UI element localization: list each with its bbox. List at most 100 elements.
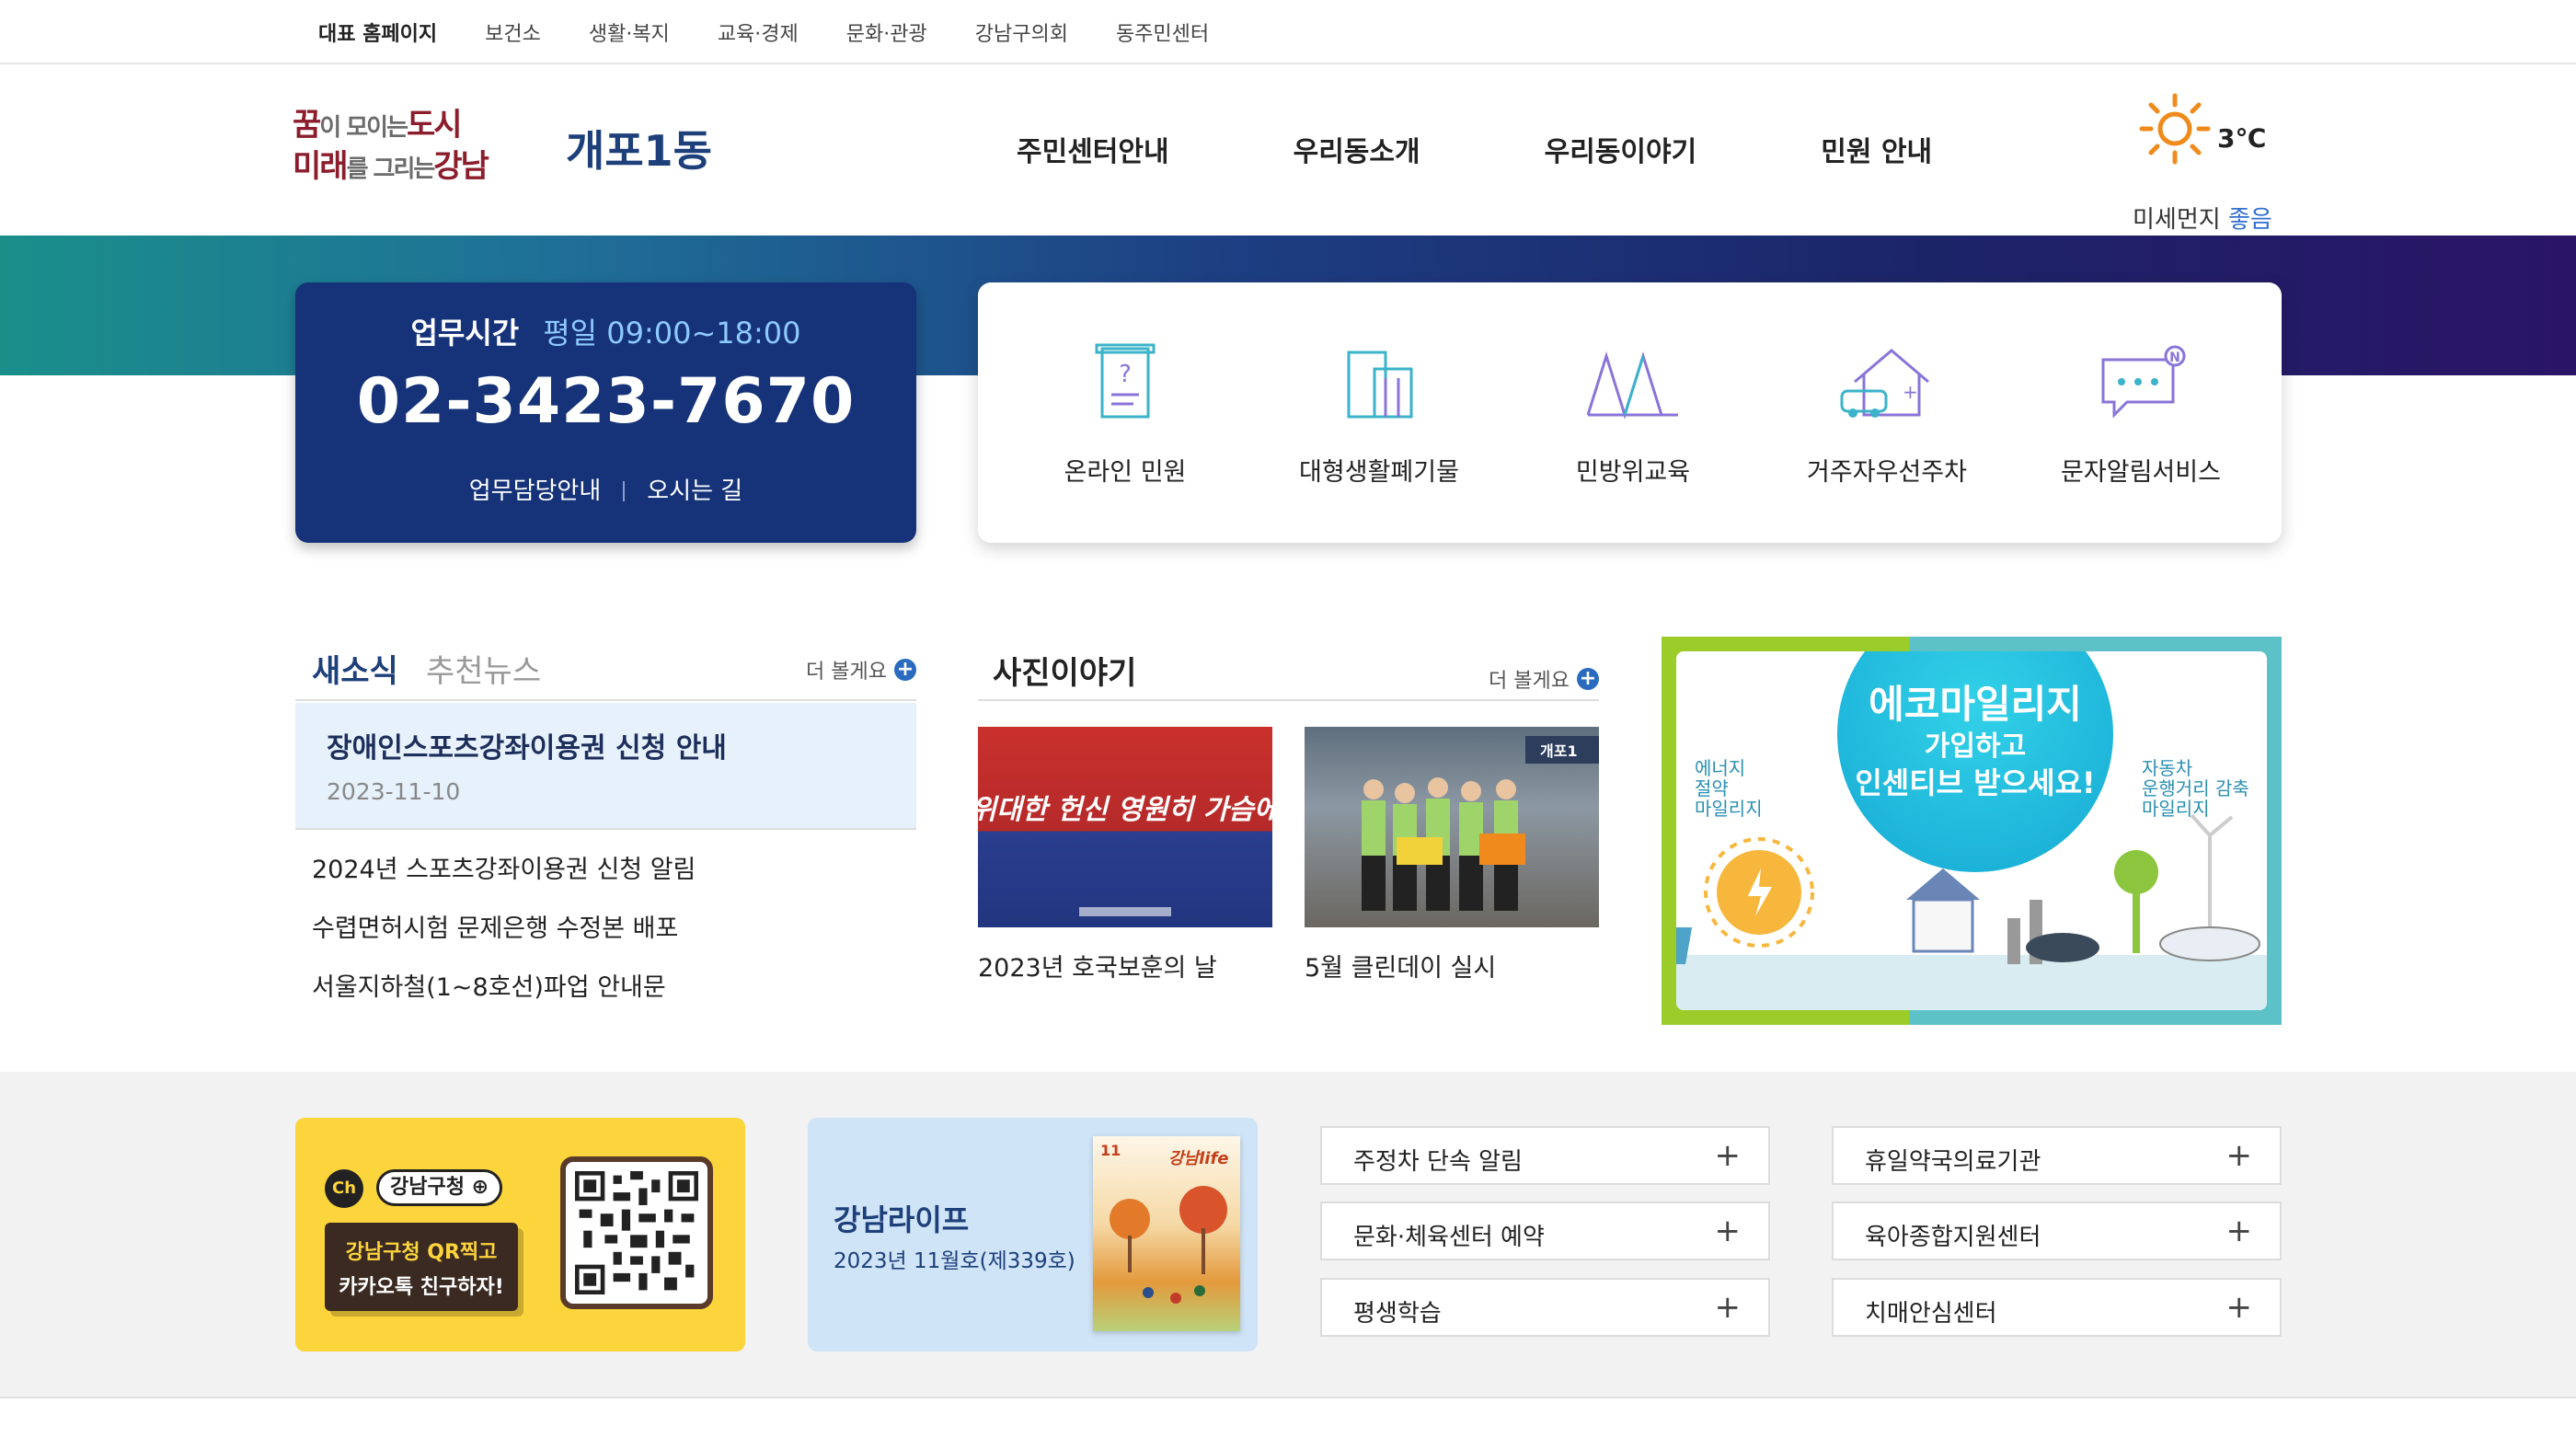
plus-circle-icon: + — [894, 659, 916, 681]
office-hours-card: 업무시간 평일 09:00~18:00 02-3423-7670 업무담당안내 오시… — [295, 282, 916, 543]
divider — [978, 699, 1599, 701]
magazine-cover: 11 강남life — [1093, 1136, 1240, 1331]
photo-more-button[interactable]: 더 볼게요 + — [1489, 664, 1599, 694]
accordion-label: 치매안심센터 — [1865, 1300, 1997, 1328]
sun-icon — [2139, 93, 2211, 165]
topbar-link-culture[interactable]: 문화·관광 — [846, 17, 927, 47]
eco-banner-inner: 에코마일리지 가입하고 인센티브 받으세요! 에너지 절약 마일리지 자동차 운행거리… — [1676, 651, 2267, 1010]
directions-link[interactable]: 오시는 길 — [647, 477, 742, 505]
news-section: 새소식 추천뉴스 더 볼게요 + 장애인스포츠강좌이용권 신청 안내 2023-1… — [295, 635, 916, 1021]
eco-illustration — [1676, 813, 2267, 1010]
gangnam-logo[interactable]: 꿈이 모이는도시 미래를 그리는강남 — [293, 107, 497, 195]
nav-center-info[interactable]: 주민센터안내 — [1017, 129, 1169, 169]
civil-defense-icon — [1586, 351, 1678, 420]
fine-dust-status: 미세먼지 좋음 — [2133, 206, 2272, 234]
nav-civil-guide[interactable]: 민원 안내 — [1821, 129, 1932, 169]
kakao-message-box: 강남구청 QR찍고 카카오톡 친구하자! — [325, 1223, 518, 1311]
kakao-line-1: 강남구청 QR찍고 — [345, 1241, 498, 1264]
office-hours-label: 업무시간 — [410, 316, 520, 351]
quick-resident-parking[interactable]: + 거주자우선주차 — [1777, 341, 1997, 488]
quick-bulky-waste[interactable]: 대형생활폐기물 — [1269, 341, 1489, 488]
accordion-culture-sports-reservation[interactable]: 문화·체육센터 예약 + — [1320, 1202, 1770, 1260]
photo-caption: 5월 클린데이 실시 — [1305, 954, 1497, 983]
qr-code — [560, 1156, 713, 1309]
list-item[interactable]: 2024년 스포츠강좌이용권 신청 알림 — [312, 856, 696, 885]
photo-caption: 2023년 호국보훈의 날 — [978, 954, 1217, 983]
quick-label: 온라인 민원 — [1064, 458, 1187, 487]
list-item[interactable]: 서울지하철(1~8호선)파업 안내문 — [312, 973, 696, 1003]
accordion-label: 휴일약국의료기관 — [1865, 1148, 2041, 1176]
poster-text: 위대한 헌신 영원히 가슴에 — [978, 794, 1272, 826]
accordion-label: 주정차 단속 알림 — [1353, 1148, 1523, 1176]
office-hours: 업무시간 평일 09:00~18:00 — [295, 310, 916, 352]
office-hours-value: 평일 09:00~18:00 — [543, 316, 801, 351]
accordion-label: 평생학습 — [1353, 1300, 1442, 1328]
accordion-lifelong-learning[interactable]: 평생학습 + — [1320, 1278, 1770, 1337]
accordion-dementia-center[interactable]: 치매안심센터 + — [1832, 1278, 2282, 1337]
logo-line-2: 미래를 그리는강남 — [293, 148, 489, 185]
top-utility-bar: 대표 홈페이지 보건소 생활·복지 교육·경제 문화·관광 강남구의회 동주민센… — [0, 0, 2576, 64]
main-navigation: 주민센터안내 우리동소개 우리동이야기 민원 안내 — [1017, 129, 1932, 169]
topbar-link-welfare[interactable]: 생활·복지 — [589, 17, 670, 47]
photo-card[interactable]: 개포1 5월 클린데이 실시 — [1305, 727, 1599, 983]
cleanup-day-photo: 개포1 — [1305, 727, 1599, 927]
tab-recommended-news[interactable]: 추천뉴스 — [426, 646, 541, 691]
quick-menu-card: ? 온라인 민원 대형생활폐기물 민방위교육 + 거주자우선주차 N 문자알림서… — [978, 282, 2282, 543]
weather-widget: 3℃ 미세먼지 좋음 — [2125, 92, 2309, 234]
accordion-label: 문화·체육센터 예약 — [1353, 1224, 1545, 1251]
kakao-channel-banner[interactable]: Ch 강남구청 ⊕ 강남구청 QR찍고 카카오톡 친구하자! — [295, 1118, 745, 1351]
temperature: 3℃ — [2217, 123, 2267, 154]
kakao-line-2: 카카오톡 친구하자! — [339, 1276, 504, 1299]
list-item[interactable]: 수렵면허시험 문제은행 수정본 배포 — [312, 914, 696, 944]
topbar-link-council[interactable]: 강남구의회 — [975, 17, 1068, 47]
building-sign-text: 개포1 — [1540, 742, 1578, 760]
photo-card[interactable]: 위대한 헌신 영원히 가슴에 2023년 호국보훈의 날 — [978, 727, 1272, 983]
accordion-label: 육아종합지원센터 — [1865, 1224, 2041, 1251]
fine-dust-value: 좋음 — [2227, 206, 2272, 234]
group-photo-graphic: 개포1 — [1362, 736, 1599, 911]
quick-label: 민방위교육 — [1575, 458, 1691, 487]
nav-dong-intro[interactable]: 우리동소개 — [1294, 129, 1420, 169]
phone-number[interactable]: 02-3423-7670 — [295, 365, 916, 438]
photo-story-section: 사진이야기 더 볼게요 + 위대한 헌신 영원히 가슴에 2023년 호국보훈의 … — [978, 635, 1599, 1021]
plus-icon: + — [2225, 1137, 2253, 1174]
quick-civil-defense[interactable]: 민방위교육 — [1523, 341, 1743, 488]
eco-mileage-banner[interactable]: 에코마일리지 가입하고 인센티브 받으세요! 에너지 절약 마일리지 자동차 운행거리… — [1662, 637, 2282, 1025]
accordion-childcare-center[interactable]: 육아종합지원센터 + — [1832, 1202, 2282, 1260]
topbar-link-community-center[interactable]: 동주민센터 — [1116, 17, 1209, 47]
topbar-link-education[interactable]: 교육·경제 — [718, 17, 799, 47]
plus-circle-icon: + — [1577, 668, 1599, 690]
plus-icon: + — [2225, 1213, 2253, 1249]
news-tabs: 새소식 추천뉴스 더 볼게요 + — [295, 635, 916, 709]
tab-news[interactable]: 새소식 — [295, 646, 415, 709]
family-site-links: 대표 홈페이지 보건소 생활·복지 교육·경제 문화·관광 강남구의회 동주민센… — [318, 0, 1209, 64]
svg-text:+: + — [1903, 381, 1918, 403]
cover-illustration — [1110, 1186, 1227, 1304]
sms-alert-icon: N — [2101, 345, 2186, 419]
logo-line-1: 꿈이 모이는도시 — [293, 107, 463, 144]
plus-icon: + — [2225, 1289, 2253, 1326]
quick-label: 문자알림서비스 — [2061, 458, 2221, 487]
accordion-holiday-pharmacy[interactable]: 휴일약국의료기관 + — [1832, 1126, 2282, 1185]
featured-news-date: 2023-11-10 — [327, 778, 461, 805]
dong-name-title[interactable]: 개포1동 — [566, 118, 712, 178]
plus-icon: + — [1714, 1137, 1742, 1174]
topbar-link-health[interactable]: 보건소 — [485, 17, 541, 47]
bulky-waste-icon — [1347, 351, 1413, 419]
quick-online-petition[interactable]: ? 온라인 민원 — [1015, 341, 1236, 488]
nav-dong-story[interactable]: 우리동이야기 — [1545, 129, 1697, 169]
qr-code-icon — [575, 1171, 698, 1294]
accordion-parking-alert[interactable]: 주정차 단속 알림 + — [1320, 1126, 1770, 1185]
gangnam-life-title: 강남라이프 — [834, 1202, 970, 1237]
featured-news[interactable]: 장애인스포츠강좌이용권 신청 안내 2023-11-10 — [295, 703, 916, 830]
gangnam-life-issue: 2023년 11월호(제339호) — [834, 1249, 1075, 1273]
news-more-button[interactable]: 더 볼게요 + — [806, 655, 916, 684]
featured-news-title: 장애인스포츠강좌이용권 신청 안내 — [327, 732, 727, 765]
topbar-link-main[interactable]: 대표 홈페이지 — [318, 17, 437, 47]
gangnam-life-banner[interactable]: 강남라이프 2023년 11월호(제339호) 11 강남life — [808, 1118, 1258, 1351]
svg-text:N: N — [2169, 351, 2180, 365]
staff-guide-link[interactable]: 업무담당안내 — [469, 477, 602, 505]
memorial-day-poster: 위대한 헌신 영원히 가슴에 — [978, 727, 1272, 927]
quick-sms-alert[interactable]: N 문자알림서비스 — [2030, 341, 2251, 488]
plus-icon: + — [1714, 1289, 1742, 1326]
